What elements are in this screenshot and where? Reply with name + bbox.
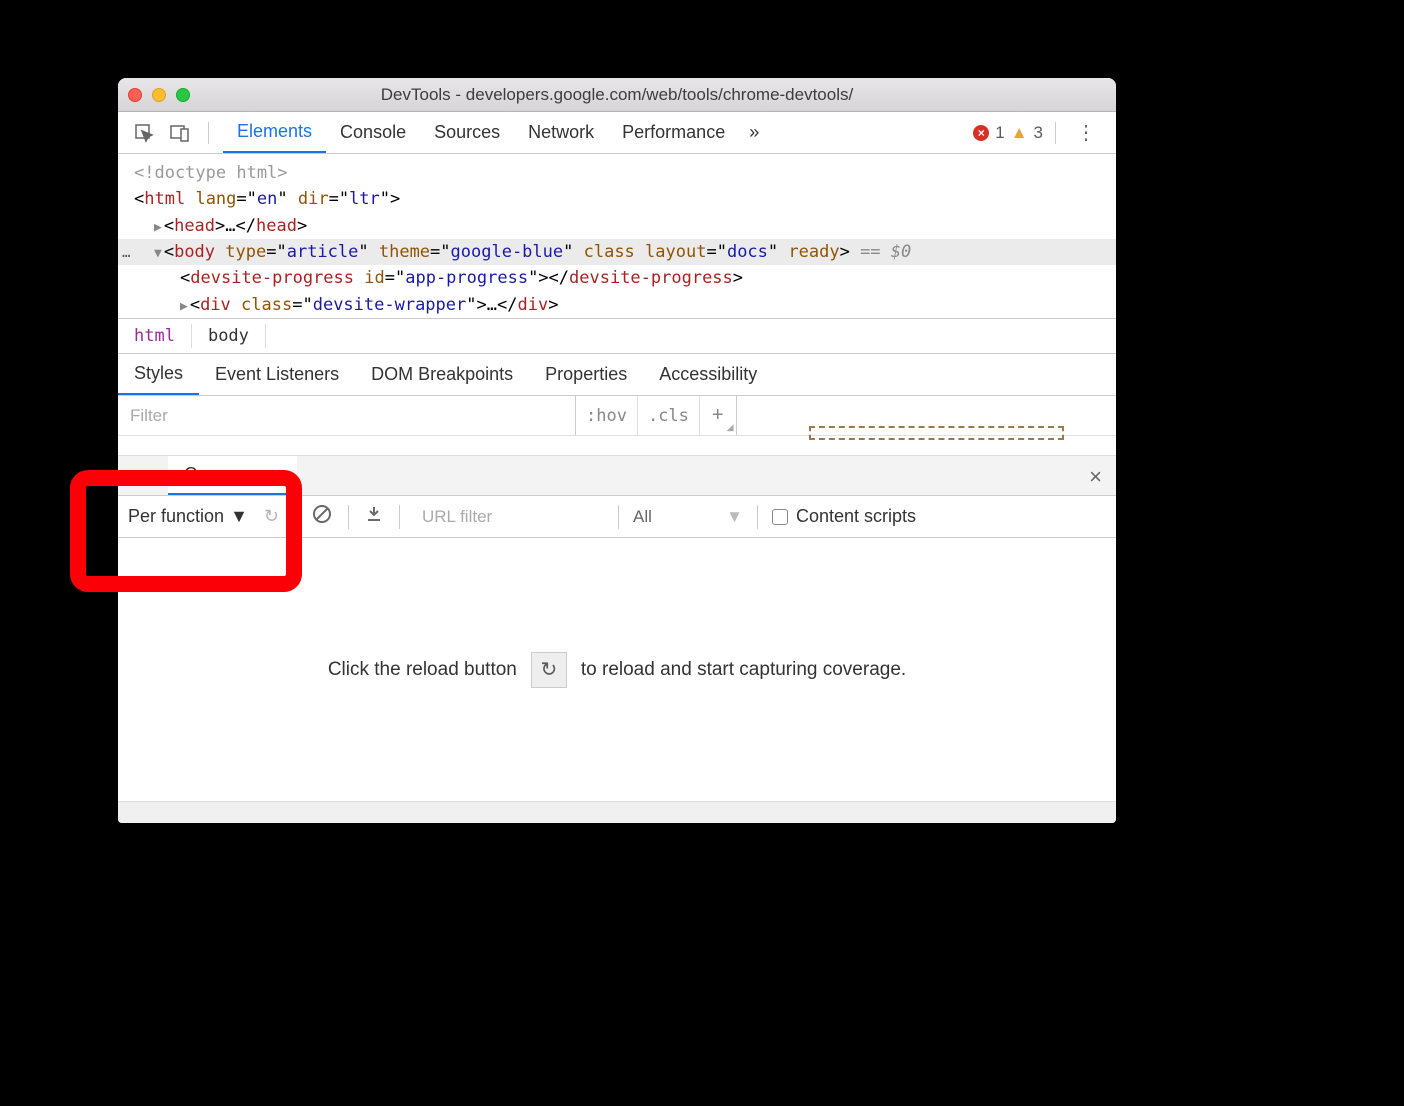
tab-network[interactable]: Network xyxy=(514,112,608,153)
coverage-type-label: Per function xyxy=(128,506,224,527)
tab-elements[interactable]: Elements xyxy=(223,112,326,153)
tab-styles[interactable]: Styles xyxy=(118,354,199,395)
close-window-button[interactable] xyxy=(128,88,142,102)
content-scripts-toggle[interactable]: Content scripts xyxy=(772,506,916,527)
main-toolbar: Elements Console Sources Network Perform… xyxy=(118,112,1116,154)
filter-type-label: All xyxy=(633,507,652,527)
dom-tree: <!doctype html> <html lang="en" dir="ltr… xyxy=(118,154,1116,318)
maximize-window-button[interactable] xyxy=(176,88,190,102)
hint-text-after: to reload and start capturing coverage. xyxy=(581,659,906,681)
dom-doctype[interactable]: <!doctype html> xyxy=(118,160,1116,186)
dom-html-open[interactable]: <html lang="en" dir="ltr"> xyxy=(118,186,1116,212)
export-icon[interactable] xyxy=(363,503,385,530)
tab-performance[interactable]: Performance xyxy=(608,112,739,153)
tab-properties[interactable]: Properties xyxy=(529,354,643,395)
dom-head[interactable]: ▶<head>…</head> xyxy=(118,213,1116,239)
separator xyxy=(1055,122,1056,144)
close-drawer-icon[interactable]: × xyxy=(1089,464,1102,490)
chevron-down-icon: ▼ xyxy=(726,507,743,527)
breadcrumb-body[interactable]: body xyxy=(192,319,265,353)
new-style-rule-button[interactable]: +◢ xyxy=(700,396,737,435)
tab-coverage-label: Coverage xyxy=(184,464,262,485)
separator xyxy=(265,324,266,348)
traffic-lights xyxy=(128,88,190,102)
dom-devsite-progress[interactable]: <devsite-progress id="app-progress"></de… xyxy=(118,265,1116,291)
warning-icon[interactable]: ▲ xyxy=(1011,123,1028,143)
separator xyxy=(208,122,209,144)
breadcrumb: html body xyxy=(118,318,1116,354)
content-scripts-label: Content scripts xyxy=(796,506,916,527)
device-toolbar-icon[interactable] xyxy=(166,123,194,143)
tab-accessibility[interactable]: Accessibility xyxy=(643,354,773,395)
dom-body-selected[interactable]: … ▼<body type="article" theme="google-bl… xyxy=(118,239,1116,265)
error-count: 1 xyxy=(995,123,1004,143)
window-title: DevTools - developers.google.com/web/too… xyxy=(118,85,1116,105)
separator xyxy=(348,505,349,529)
settings-kebab-icon[interactable]: ⋮ xyxy=(1068,120,1104,145)
close-tab-icon[interactable]: × xyxy=(270,464,281,485)
hint-text-before: Click the reload button xyxy=(328,659,517,681)
warning-count: 3 xyxy=(1034,123,1043,143)
reload-icon[interactable]: ↻ xyxy=(262,504,281,529)
tab-event-listeners[interactable]: Event Listeners xyxy=(199,354,355,395)
dom-devsite-wrapper[interactable]: ▶<div class="devsite-wrapper">…</div> xyxy=(118,292,1116,318)
tab-dom-breakpoints[interactable]: DOM Breakpoints xyxy=(355,354,529,395)
styles-tab-strip: Styles Event Listeners DOM Breakpoints P… xyxy=(118,354,1116,396)
error-icon[interactable]: × xyxy=(973,125,989,141)
url-filter-input[interactable] xyxy=(414,507,604,527)
inspect-element-icon[interactable] xyxy=(130,123,158,143)
breadcrumb-html[interactable]: html xyxy=(118,319,191,353)
filter-type-dropdown[interactable]: All ▼ xyxy=(633,507,743,527)
window-footer xyxy=(118,801,1116,823)
more-tabs-button[interactable]: » xyxy=(739,122,769,143)
cls-button[interactable]: .cls xyxy=(638,396,700,435)
reload-button[interactable]: ↻ xyxy=(531,652,567,688)
separator xyxy=(757,505,758,529)
clear-icon[interactable] xyxy=(310,502,334,531)
hov-button[interactable]: :hov xyxy=(576,396,638,435)
drawer-tab-strip: Coverage × × xyxy=(118,456,1116,496)
coverage-empty-state: Click the reload button ↻ to reload and … xyxy=(118,538,1116,801)
devtools-window: DevTools - developers.google.com/web/too… xyxy=(118,78,1116,823)
minimize-window-button[interactable] xyxy=(152,88,166,102)
window-titlebar: DevTools - developers.google.com/web/too… xyxy=(118,78,1116,112)
styles-body xyxy=(118,436,1116,456)
coverage-type-dropdown[interactable]: Per function ▼ xyxy=(128,506,248,527)
chevron-down-icon: ▼ xyxy=(230,506,248,527)
tab-coverage[interactable]: Coverage × xyxy=(168,456,297,495)
tab-sources[interactable]: Sources xyxy=(420,112,514,153)
separator xyxy=(295,505,296,529)
separator xyxy=(618,505,619,529)
box-model-section xyxy=(809,426,1064,440)
coverage-toolbar: Per function ▼ ↻ All ▼ Content scripts xyxy=(118,496,1116,538)
styles-filter-input[interactable] xyxy=(118,396,576,435)
separator xyxy=(399,505,400,529)
tab-console[interactable]: Console xyxy=(326,112,420,153)
main-tab-strip: Elements Console Sources Network Perform… xyxy=(223,112,769,153)
status-indicators: × 1 ▲ 3 ⋮ xyxy=(973,120,1104,145)
checkbox-icon[interactable] xyxy=(772,509,788,525)
